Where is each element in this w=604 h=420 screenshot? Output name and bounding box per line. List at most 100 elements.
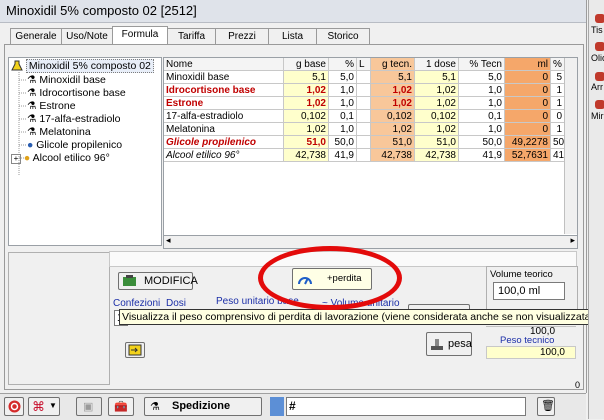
- tree-item[interactable]: ⚗ Melatonina: [27, 126, 91, 139]
- grid-cell[interactable]: 51,0: [371, 136, 415, 149]
- tree-item[interactable]: ⚗ Minoxidil base: [27, 74, 106, 87]
- grid-cell[interactable]: 52,7631: [505, 149, 551, 162]
- grid-header[interactable]: % Tecn: [459, 58, 505, 71]
- tab-lista[interactable]: Lista: [268, 28, 317, 45]
- tree-item[interactable]: ⚗ Estrone: [27, 100, 76, 113]
- grid-cell[interactable]: 51,0: [284, 136, 329, 149]
- grid-cell[interactable]: [357, 149, 371, 162]
- grid-cell[interactable]: [357, 71, 371, 84]
- tree-item[interactable]: ⚗ 17-alfa-estradiolo: [27, 113, 120, 126]
- grid-cell[interactable]: 5,1: [371, 71, 415, 84]
- volume-teorico-field[interactable]: 100,0 ml: [493, 282, 565, 300]
- grid-cell[interactable]: 5,0: [329, 71, 357, 84]
- grid-cell[interactable]: 1,0: [329, 84, 357, 97]
- grid-cell[interactable]: Minoxidil base: [164, 71, 284, 84]
- grid-cell[interactable]: 1,02: [415, 84, 459, 97]
- grid-header[interactable]: ml: [505, 58, 551, 71]
- grid-cell[interactable]: Estrone: [164, 97, 284, 110]
- grid-cell[interactable]: Alcool etilico 96°: [164, 149, 284, 162]
- grid-header[interactable]: L: [357, 58, 371, 71]
- grid-vscroll[interactable]: [564, 58, 577, 234]
- grid-cell[interactable]: [357, 84, 371, 97]
- sidebar-item[interactable]: Olio: [591, 53, 604, 63]
- grid-header[interactable]: g base: [284, 58, 329, 71]
- tools-button[interactable]: 🧰: [108, 397, 134, 416]
- grid-cell[interactable]: 1,02: [371, 97, 415, 110]
- grid-cell[interactable]: 1,02: [415, 123, 459, 136]
- formula-grid[interactable]: Nomeg base%Lg tecn.1 dose% Tecnml% E Mino…: [163, 57, 578, 237]
- grid-cell[interactable]: 1: [551, 84, 565, 97]
- grid-cell[interactable]: [357, 123, 371, 136]
- pesa-button[interactable]: pesa: [426, 332, 472, 356]
- grid-cell[interactable]: 1,0: [329, 97, 357, 110]
- grid-cell[interactable]: 0: [505, 97, 551, 110]
- grid-cell[interactable]: 41,9: [329, 149, 357, 162]
- grid-cell[interactable]: 0: [505, 110, 551, 123]
- grid-cell[interactable]: 50,0: [459, 136, 505, 149]
- export-button[interactable]: [125, 342, 145, 358]
- grid-cell[interactable]: 1,0: [459, 97, 505, 110]
- grid-header[interactable]: % E: [551, 58, 565, 71]
- spedizione-button[interactable]: ⚗ Spedizione: [144, 397, 262, 416]
- grid-hscroll[interactable]: ◂ ▸: [163, 235, 578, 249]
- tab-uso-note[interactable]: Uso/Note: [61, 28, 113, 45]
- grid-cell[interactable]: 0: [505, 84, 551, 97]
- grid-cell[interactable]: 17-alfa-estradiolo: [164, 110, 284, 123]
- expand-icon[interactable]: +: [11, 154, 21, 164]
- barcode-field[interactable]: #: [286, 397, 526, 416]
- grid-cell[interactable]: 5,1: [415, 71, 459, 84]
- ingredient-tree[interactable]: Minoxidil 5% composto 02 ⚗ Minoxidil bas…: [8, 57, 162, 246]
- grid-header[interactable]: 1 dose: [415, 58, 459, 71]
- grid-cell[interactable]: 1,02: [284, 84, 329, 97]
- grid-cell[interactable]: 0,1: [329, 110, 357, 123]
- trash-button[interactable]: 🗑: [537, 397, 555, 416]
- grid-cell[interactable]: 5,1: [284, 71, 329, 84]
- grid-cell[interactable]: 5,0: [459, 71, 505, 84]
- grid-cell[interactable]: 0: [551, 110, 565, 123]
- grid-header[interactable]: %: [329, 58, 357, 71]
- sidebar-item[interactable]: Arr: [591, 82, 604, 92]
- grid-cell[interactable]: [357, 110, 371, 123]
- grid-cell[interactable]: 42,738: [371, 149, 415, 162]
- grid-cell[interactable]: 51,0: [415, 136, 459, 149]
- tree-item[interactable]: ⚗ Idrocortisone base: [27, 87, 126, 100]
- sidebar-item[interactable]: Tis: [591, 25, 604, 35]
- save-button[interactable]: ▣: [76, 397, 102, 416]
- grid-cell[interactable]: 50,0: [329, 136, 357, 149]
- grid-cell[interactable]: 41: [551, 149, 565, 162]
- grid-cell[interactable]: Glicole propilenico: [164, 136, 284, 149]
- grid-cell[interactable]: 0: [505, 71, 551, 84]
- tab-storico[interactable]: Storico: [316, 28, 370, 45]
- grid-cell[interactable]: 0,102: [415, 110, 459, 123]
- grid-cell[interactable]: 1,02: [415, 97, 459, 110]
- grid-header[interactable]: g tecn.: [371, 58, 415, 71]
- sidebar-item[interactable]: Mir: [591, 111, 604, 121]
- tab-generale[interactable]: Generale: [10, 28, 62, 45]
- grid-cell[interactable]: 1: [551, 123, 565, 136]
- grid-cell[interactable]: 1,0: [459, 84, 505, 97]
- grid-header[interactable]: Nome: [164, 58, 284, 71]
- scroll-right-icon[interactable]: ▸: [570, 235, 575, 246]
- grid-cell[interactable]: 1,0: [329, 123, 357, 136]
- grid-cell[interactable]: 1,02: [371, 123, 415, 136]
- tree-item[interactable]: + ● Alcool etilico 96°: [11, 152, 110, 165]
- grid-cell[interactable]: 5: [551, 71, 565, 84]
- grid-cell[interactable]: 50: [551, 136, 565, 149]
- grid-cell[interactable]: [357, 136, 371, 149]
- tab-formula[interactable]: Formula: [112, 26, 168, 45]
- power-button[interactable]: [4, 397, 24, 416]
- grid-cell[interactable]: 42,738: [284, 149, 329, 162]
- grid-cell[interactable]: Idrocortisone base: [164, 84, 284, 97]
- menu-button[interactable]: ⌘ ▼: [28, 397, 60, 416]
- grid-cell[interactable]: 0,102: [284, 110, 329, 123]
- grid-cell[interactable]: 0: [505, 123, 551, 136]
- tree-item[interactable]: ● Glicole propilenico: [27, 139, 122, 152]
- tab-prezzi[interactable]: Prezzi: [215, 28, 269, 45]
- grid-cell[interactable]: 41,9: [459, 149, 505, 162]
- grid-cell[interactable]: 0,1: [459, 110, 505, 123]
- modifica-button[interactable]: MODIFICA: [118, 272, 198, 290]
- grid-cell[interactable]: 1,02: [284, 123, 329, 136]
- grid-cell[interactable]: [357, 97, 371, 110]
- grid-cell[interactable]: 42,738: [415, 149, 459, 162]
- grid-cell[interactable]: 1,02: [371, 84, 415, 97]
